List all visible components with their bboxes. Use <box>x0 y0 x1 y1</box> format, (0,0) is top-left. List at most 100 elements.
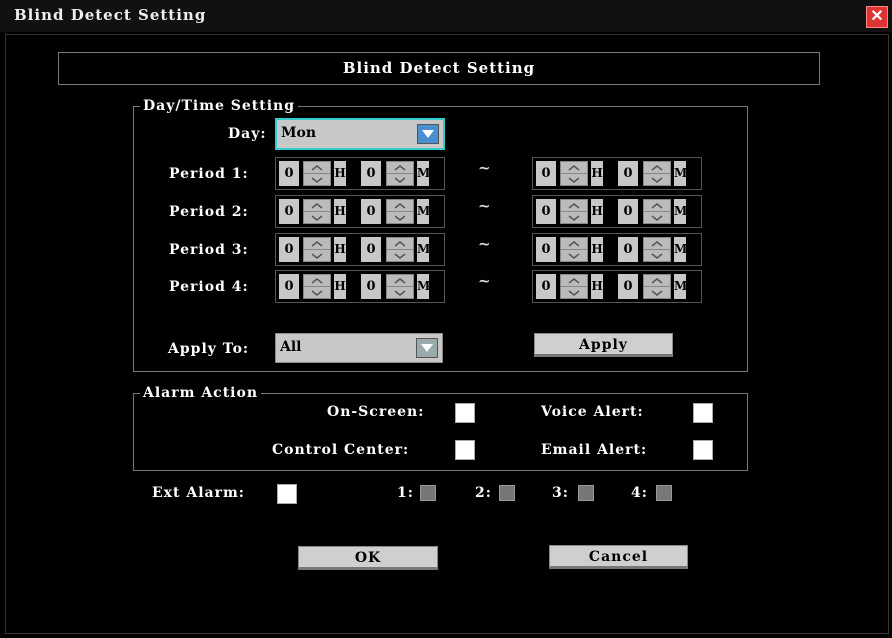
chevron-down-icon[interactable] <box>644 287 670 298</box>
ext-channel-1-checkbox[interactable] <box>420 485 436 501</box>
chevron-up-icon[interactable] <box>644 238 670 250</box>
cancel-button[interactable]: Cancel <box>549 545 688 569</box>
chevron-down-icon[interactable] <box>644 212 670 223</box>
triangle-down-icon[interactable] <box>417 124 439 144</box>
chevron-up-icon[interactable] <box>561 275 587 287</box>
hour-value[interactable]: 0 <box>279 237 299 262</box>
chevron-up-icon[interactable] <box>387 200 413 212</box>
chevron-down-icon[interactable] <box>387 250 413 261</box>
minute-value[interactable]: 0 <box>361 237 381 262</box>
hour-spinner[interactable] <box>560 199 588 224</box>
email-alert-label: Email Alert: <box>541 442 648 458</box>
minute-spinner[interactable] <box>643 237 671 262</box>
minute-value[interactable]: 0 <box>361 161 381 186</box>
minute-spinner[interactable] <box>643 161 671 186</box>
chevron-up-icon[interactable] <box>304 200 330 212</box>
ext-channel-1-label: 1: <box>397 485 414 501</box>
chevron-down-icon[interactable] <box>561 250 587 261</box>
ext-channel-3-checkbox[interactable] <box>578 485 594 501</box>
minute-unit: M <box>417 161 430 186</box>
hour-value[interactable]: 0 <box>279 161 299 186</box>
minute-unit: M <box>674 199 687 224</box>
minute-spinner[interactable] <box>386 237 414 262</box>
minute-value[interactable]: 0 <box>618 237 638 262</box>
minute-spinner[interactable] <box>386 161 414 186</box>
minute-spinner[interactable] <box>386 274 414 299</box>
day-select[interactable]: Mon <box>275 118 445 150</box>
hour-spinner[interactable] <box>560 237 588 262</box>
hour-unit: H <box>591 237 603 262</box>
chevron-down-icon[interactable] <box>387 212 413 223</box>
apply-to-label: Apply To: <box>168 341 250 357</box>
voice-alert-checkbox[interactable] <box>693 403 713 423</box>
chevron-up-icon[interactable] <box>387 275 413 287</box>
chevron-down-icon[interactable] <box>304 287 330 298</box>
chevron-up-icon[interactable] <box>304 275 330 287</box>
hour-value[interactable]: 0 <box>279 199 299 224</box>
minute-value[interactable]: 0 <box>618 161 638 186</box>
voice-alert-label: Voice Alert: <box>541 404 644 420</box>
chevron-up-icon[interactable] <box>387 238 413 250</box>
hour-unit: H <box>591 274 603 299</box>
control-center-checkbox[interactable] <box>455 440 475 460</box>
hour-unit: H <box>591 161 603 186</box>
day-label: Day: <box>228 126 267 142</box>
ext-alarm-checkbox[interactable] <box>277 484 297 504</box>
chevron-up-icon[interactable] <box>561 162 587 174</box>
ext-channel-4-label: 4: <box>631 485 648 501</box>
hour-unit: H <box>334 161 346 186</box>
chevron-down-icon[interactable] <box>644 250 670 261</box>
minute-spinner[interactable] <box>386 199 414 224</box>
chevron-up-icon[interactable] <box>387 162 413 174</box>
hour-unit: H <box>334 237 346 262</box>
chevron-down-icon[interactable] <box>387 174 413 185</box>
hour-unit: H <box>591 199 603 224</box>
hour-unit: H <box>334 274 346 299</box>
chevron-up-icon[interactable] <box>561 200 587 212</box>
minute-value[interactable]: 0 <box>361 199 381 224</box>
chevron-down-icon[interactable] <box>304 212 330 223</box>
hour-value[interactable]: 0 <box>536 199 556 224</box>
chevron-up-icon[interactable] <box>644 162 670 174</box>
hour-spinner[interactable] <box>303 237 331 262</box>
ok-button[interactable]: OK <box>298 546 438 570</box>
chevron-down-icon[interactable] <box>561 212 587 223</box>
chevron-up-icon[interactable] <box>304 162 330 174</box>
minute-value[interactable]: 0 <box>361 274 381 299</box>
apply-to-select[interactable]: All <box>275 333 443 363</box>
apply-button[interactable]: Apply <box>534 333 673 357</box>
period-start-time: 0H0M <box>275 233 445 266</box>
hour-spinner[interactable] <box>560 161 588 186</box>
hour-spinner[interactable] <box>303 274 331 299</box>
hour-value[interactable]: 0 <box>536 274 556 299</box>
hour-spinner[interactable] <box>303 199 331 224</box>
minute-spinner[interactable] <box>643 274 671 299</box>
minute-unit: M <box>417 274 430 299</box>
chevron-up-icon[interactable] <box>304 238 330 250</box>
hour-unit: H <box>334 199 346 224</box>
email-alert-checkbox[interactable] <box>693 440 713 460</box>
ext-channel-2-checkbox[interactable] <box>499 485 515 501</box>
triangle-down-icon[interactable] <box>416 338 438 358</box>
chevron-down-icon[interactable] <box>561 287 587 298</box>
chevron-up-icon[interactable] <box>644 275 670 287</box>
close-button[interactable]: ✕ <box>866 6 888 28</box>
close-icon: ✕ <box>870 6 884 25</box>
chevron-up-icon[interactable] <box>644 200 670 212</box>
hour-value[interactable]: 0 <box>536 237 556 262</box>
minute-spinner[interactable] <box>643 199 671 224</box>
minute-value[interactable]: 0 <box>618 199 638 224</box>
chevron-down-icon[interactable] <box>304 250 330 261</box>
hour-value[interactable]: 0 <box>536 161 556 186</box>
chevron-down-icon[interactable] <box>304 174 330 185</box>
hour-value[interactable]: 0 <box>279 274 299 299</box>
hour-spinner[interactable] <box>560 274 588 299</box>
chevron-down-icon[interactable] <box>644 174 670 185</box>
minute-value[interactable]: 0 <box>618 274 638 299</box>
hour-spinner[interactable] <box>303 161 331 186</box>
on-screen-checkbox[interactable] <box>455 403 475 423</box>
chevron-down-icon[interactable] <box>387 287 413 298</box>
chevron-down-icon[interactable] <box>561 174 587 185</box>
chevron-up-icon[interactable] <box>561 238 587 250</box>
ext-channel-4-checkbox[interactable] <box>656 485 672 501</box>
